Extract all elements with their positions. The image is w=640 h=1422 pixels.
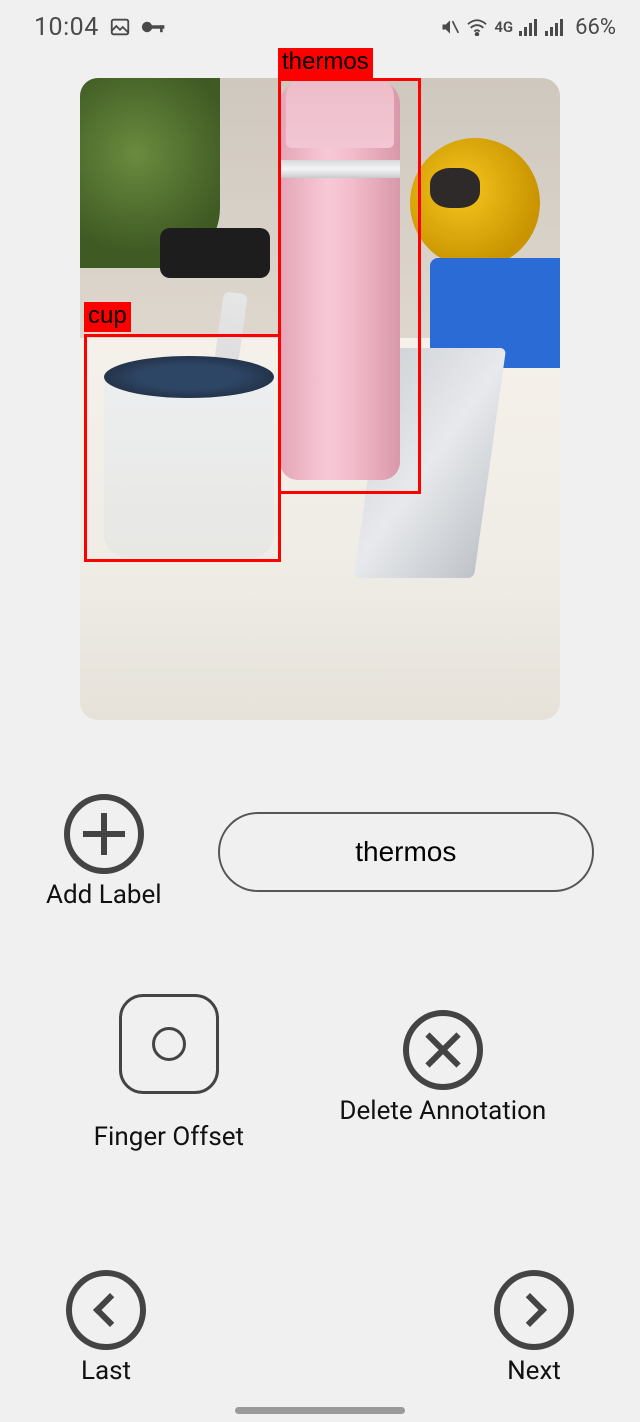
finger-offset-text: Finger Offset [94,1122,244,1152]
signal2-icon [545,18,565,36]
delete-annotation-button[interactable] [403,1010,483,1090]
wifi-icon [466,18,488,36]
annotation-canvas[interactable]: thermoscup [80,78,560,720]
add-label-text: Add Label [46,880,162,910]
circle-icon [152,1027,186,1061]
status-time: 10:04 [34,13,99,42]
status-bar: 10:04 4G 66% [0,0,640,48]
image-icon [109,16,131,38]
signal-icon [519,18,539,36]
network-label: 4G [494,18,513,36]
label-input[interactable] [218,812,594,892]
bounding-box-label[interactable]: cup [84,302,131,332]
bounding-box[interactable] [84,334,281,562]
chevron-left-icon [93,1293,127,1327]
controls-panel: Add Label Finger Offset Delete Annotatio… [0,720,640,1386]
mute-icon [440,17,460,37]
status-left: 10:04 [34,13,167,42]
key-icon [141,18,167,36]
finger-offset-button[interactable] [119,994,219,1094]
delete-annotation-text: Delete Annotation [339,1096,546,1126]
add-label-button[interactable] [64,794,144,874]
last-text: Last [81,1356,131,1386]
chevron-right-icon [513,1293,547,1327]
battery-label: 66% [575,15,616,40]
next-text: Next [507,1356,561,1386]
home-indicator[interactable] [235,1407,405,1414]
bounding-box-label[interactable]: thermos [278,48,373,78]
next-button[interactable] [494,1270,574,1350]
status-right: 4G 66% [440,15,616,40]
last-button[interactable] [66,1270,146,1350]
bounding-box[interactable] [278,78,421,494]
